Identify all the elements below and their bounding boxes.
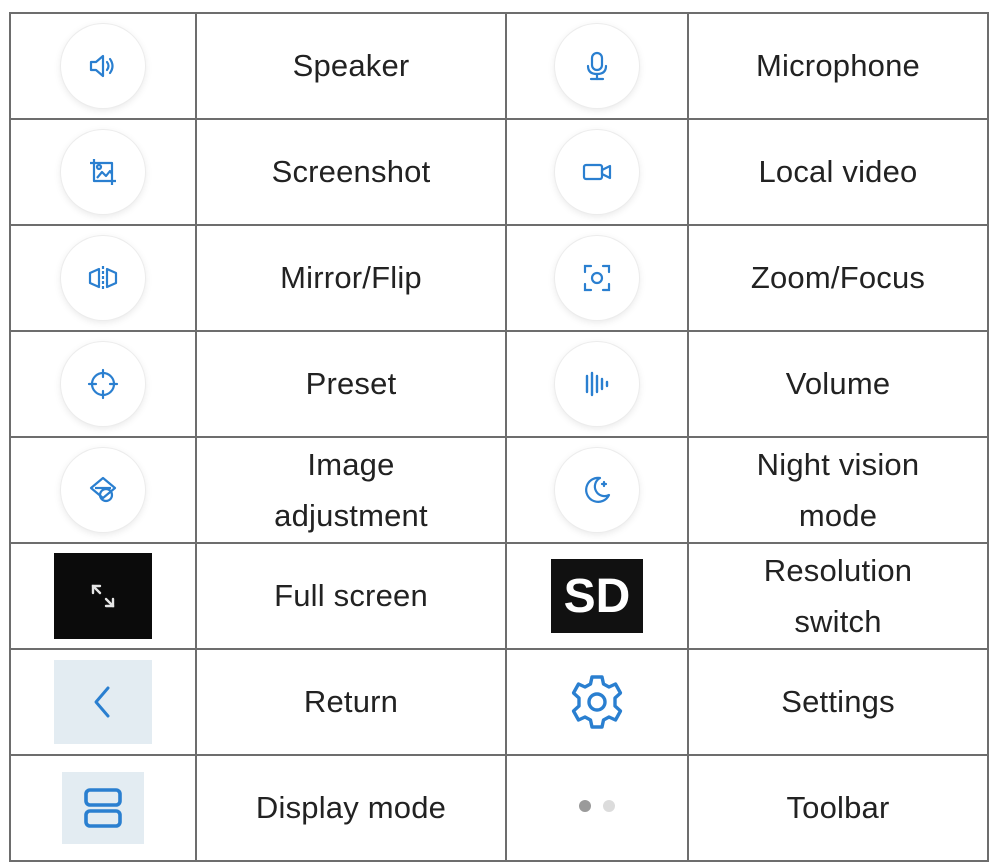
zoom-focus-label: Zoom/Focus	[750, 260, 926, 296]
table-row: Image adjustment Night vision mode	[9, 436, 989, 544]
return-label: Return	[303, 684, 399, 720]
microphone-label: Microphone	[756, 48, 920, 84]
toolbar-label: Toolbar	[786, 790, 890, 826]
table-row: Display mode Toolbar	[9, 754, 989, 862]
display-mode-label: Display mode	[255, 790, 447, 826]
table-row: Mirror/Flip Zoom/Focus	[9, 224, 989, 332]
display-mode-icon[interactable]	[62, 772, 144, 844]
speaker-label: Speaker	[292, 48, 410, 84]
table-row: Full screen SD Resolution switch	[9, 542, 989, 650]
microphone-icon[interactable]	[555, 24, 639, 108]
gear-icon[interactable]	[557, 662, 637, 742]
table-row: Preset Volume	[9, 330, 989, 438]
screenshot-icon[interactable]	[61, 130, 145, 214]
mirror-flip-label: Mirror/Flip	[280, 260, 422, 296]
preset-label: Preset	[305, 366, 397, 402]
volume-label: Volume	[785, 366, 891, 402]
mirror-flip-icon[interactable]	[61, 236, 145, 320]
table-row: Screenshot Local video	[9, 118, 989, 226]
video-camera-icon[interactable]	[555, 130, 639, 214]
night-vision-mode-label: Night vision mode	[756, 446, 920, 533]
back-chevron-icon[interactable]	[54, 660, 152, 744]
preset-crosshair-icon[interactable]	[61, 342, 145, 426]
volume-bars-icon[interactable]	[555, 342, 639, 426]
night-vision-moon-icon[interactable]	[555, 448, 639, 532]
page-dot-active	[579, 800, 591, 812]
page-dot-inactive	[603, 800, 615, 812]
zoom-focus-icon[interactable]	[555, 236, 639, 320]
full-screen-icon[interactable]	[54, 553, 152, 639]
screenshot-label: Screenshot	[271, 154, 431, 190]
image-adjustment-label: Image adjustment	[274, 446, 428, 533]
sd-badge-icon[interactable]: SD	[551, 559, 643, 633]
resolution-switch-label: Resolution switch	[763, 552, 913, 639]
toolbar-dots-icon[interactable]	[579, 800, 615, 812]
local-video-label: Local video	[758, 154, 918, 190]
settings-label: Settings	[781, 684, 895, 720]
full-screen-label: Full screen	[274, 578, 428, 614]
icon-legend-table: Speaker Microphone Screenshot Local vide…	[9, 12, 989, 862]
table-row: Return Settings	[9, 648, 989, 756]
speaker-icon[interactable]	[61, 24, 145, 108]
table-row: Speaker Microphone	[9, 12, 989, 120]
image-adjustment-icon[interactable]	[61, 448, 145, 532]
